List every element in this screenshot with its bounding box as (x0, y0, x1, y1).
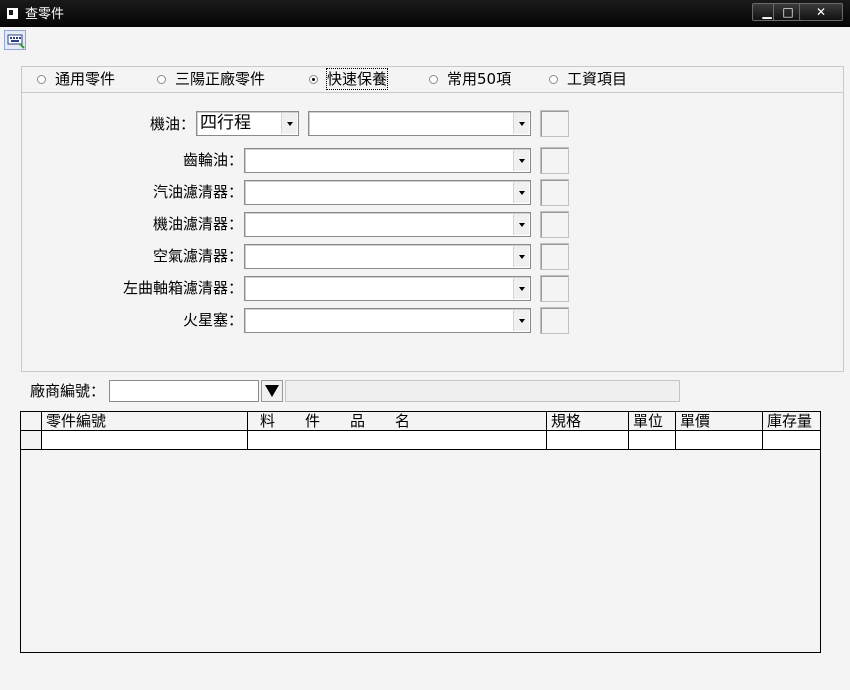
gear-oil-label: 齒輪油： (182, 151, 243, 169)
cell-stock[interactable] (763, 431, 820, 450)
keyboard-icon (7, 34, 25, 49)
fuel-filter-select[interactable] (244, 180, 531, 205)
supplier-label: 廠商編號： (30, 382, 106, 400)
air-filter-qty-box[interactable] (540, 243, 569, 270)
oil-qty-box[interactable] (540, 110, 569, 137)
crankcase-filter-label: 左曲軸箱濾清器： (122, 279, 243, 297)
chevron-down-icon[interactable] (513, 246, 529, 267)
oil-label: 機油： (149, 115, 195, 133)
oil-filter-select[interactable] (244, 212, 531, 237)
spark-plug-label: 火星塞： (182, 311, 243, 329)
cell-price[interactable] (676, 431, 763, 450)
cell-spec[interactable] (547, 431, 629, 450)
triangle-down-icon (265, 385, 279, 397)
air-filter-select[interactable] (244, 244, 531, 269)
radio-label: 工資項目 (567, 70, 628, 88)
row-selector[interactable] (21, 431, 42, 450)
grid-corner (21, 412, 42, 431)
radio-label: 常用50項 (447, 70, 512, 88)
radio-dot (37, 75, 46, 84)
column-header-part-no[interactable]: 零件編號 (42, 412, 248, 431)
app-icon (7, 8, 18, 19)
chevron-down-icon[interactable] (513, 214, 529, 235)
radio-labor-items[interactable]: 工資項目 (549, 69, 659, 89)
radio-common-50[interactable]: 常用50項 (429, 69, 539, 89)
chevron-down-icon[interactable] (513, 278, 529, 299)
oil-type-select[interactable]: 四行程 (196, 111, 299, 136)
chevron-down-icon[interactable] (513, 150, 529, 171)
radio-dot (309, 75, 318, 84)
supplier-dropdown-button[interactable] (261, 380, 283, 402)
title-bar[interactable]: 查零件 ▁ □ ✕ (0, 0, 850, 27)
oil-filter-qty-box[interactable] (540, 211, 569, 238)
keyboard-button[interactable] (4, 30, 26, 50)
radio-sym-genuine-parts[interactable]: 三陽正廠零件 (157, 69, 297, 89)
cell-part-name[interactable] (248, 431, 547, 450)
oil-type-value: 四行程 (200, 113, 251, 133)
radio-dot (157, 75, 166, 84)
gear-oil-select[interactable] (244, 148, 531, 173)
spark-plug-select[interactable] (244, 308, 531, 333)
column-header-part-name[interactable]: 料 件 品 名 (248, 412, 547, 431)
radio-quick-maintenance[interactable]: 快速保養 (309, 68, 419, 90)
fuel-filter-qty-box[interactable] (540, 179, 569, 206)
cell-unit[interactable] (629, 431, 676, 450)
column-header-spec[interactable]: 規格 (547, 412, 629, 431)
chevron-down-icon[interactable] (513, 182, 529, 203)
column-header-price[interactable]: 單價 (676, 412, 763, 431)
radio-dot (429, 75, 438, 84)
oil-select[interactable] (308, 111, 531, 136)
air-filter-label: 空氣濾清器： (152, 247, 243, 265)
window-title: 查零件 (25, 7, 65, 22)
supplier-name-field (285, 380, 680, 402)
radio-general-parts[interactable]: 通用零件 (37, 69, 147, 89)
crankcase-filter-select[interactable] (244, 276, 531, 301)
radio-dot (549, 75, 558, 84)
close-button[interactable]: ✕ (799, 3, 843, 21)
parts-grid[interactable]: 零件編號 料 件 品 名 規格 單位 單價 庫存量 (20, 411, 821, 653)
spark-plug-qty-box[interactable] (540, 307, 569, 334)
column-header-stock[interactable]: 庫存量 (763, 412, 820, 431)
gear-oil-qty-box[interactable] (540, 147, 569, 174)
chevron-down-icon[interactable] (281, 113, 297, 134)
chevron-down-icon[interactable] (513, 310, 529, 331)
supplier-code-input[interactable] (109, 380, 259, 402)
radio-label: 快速保養 (325, 68, 389, 90)
crankcase-filter-qty-box[interactable] (540, 275, 569, 302)
radio-label: 通用零件 (55, 70, 116, 88)
oil-filter-label: 機油濾清器： (152, 215, 243, 233)
chevron-down-icon[interactable] (513, 113, 529, 134)
column-header-unit[interactable]: 單位 (629, 412, 676, 431)
cell-part-no[interactable] (42, 431, 248, 450)
fuel-filter-label: 汽油濾清器： (152, 183, 243, 201)
radio-label: 三陽正廠零件 (175, 70, 266, 88)
